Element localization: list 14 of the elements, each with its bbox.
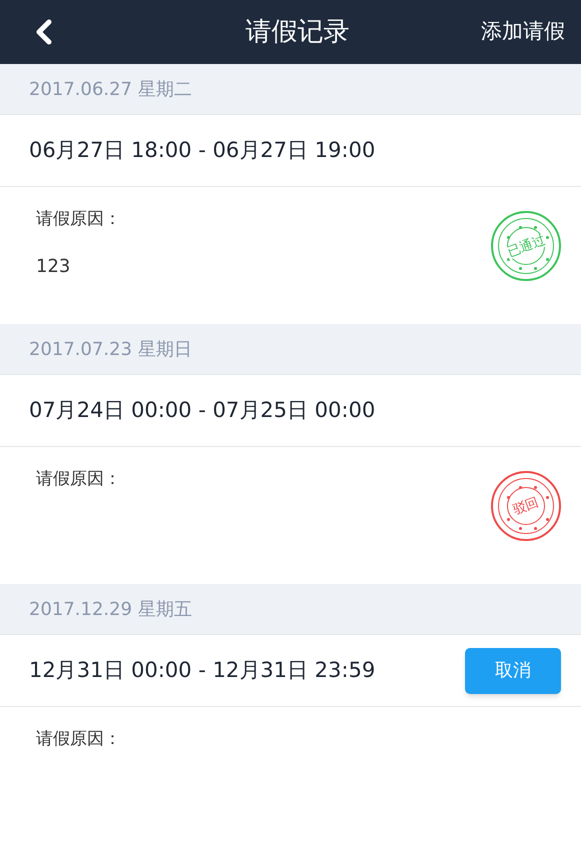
date-header: 2017.06.27 星期二 [0,64,581,115]
date-header: 2017.07.23 星期日 [0,324,581,375]
reason-label: 请假原因： [36,728,122,751]
leave-time-range: 06月27日 18:00 - 06月27日 19:00 [29,136,376,164]
reason-text: 123 [36,254,72,278]
page-title: 请假记录 [246,16,350,48]
reason-label: 请假原因： [36,468,122,491]
reason-label: 请假原因： [36,208,122,231]
leave-time-range: 12月31日 00:00 - 12月31日 23:59 [29,656,376,684]
date-header: 2017.12.29 星期五 [0,584,581,635]
approved-stamp: 已通过 [491,211,561,281]
add-leave-button[interactable]: 添加请假 [481,16,565,48]
leave-time-range: 07月24日 00:00 - 07月25日 00:00 [29,396,376,424]
rejected-stamp: 驳回 [491,471,561,541]
